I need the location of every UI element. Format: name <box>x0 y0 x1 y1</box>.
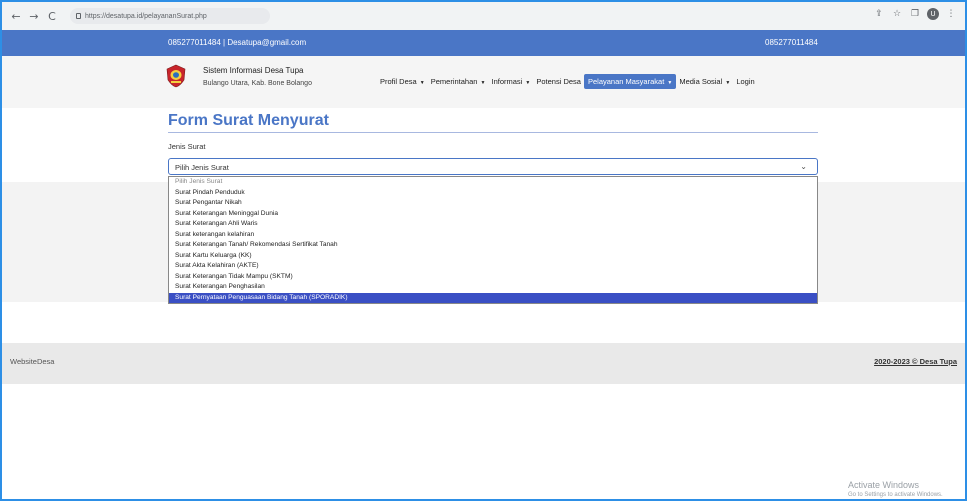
option-meninggal-dunia[interactable]: Surat Keterangan Meninggal Dunia <box>169 209 817 220</box>
url-text: https://desatupa.id/pelayananSurat.php <box>85 12 207 20</box>
browser-window: ← → C https://desatupa.id/pelayananSurat… <box>0 0 967 501</box>
menu-item-pemerintahan[interactable]: Pemerintahan ▼ <box>428 74 489 89</box>
option-kelahiran[interactable]: Surat keterangan kelahiran <box>169 230 817 241</box>
caret-down-icon: ▼ <box>725 80 731 86</box>
profile-avatar[interactable]: U <box>927 8 939 20</box>
option-akta-kelahiran[interactable]: Surat Akta Kelahiran (AKTE) <box>169 261 817 272</box>
site-subtitle: Bulango Utara, Kab. Bone Bolango <box>203 80 312 87</box>
option-ahli-waris[interactable]: Surat Keterangan Ahli Waris <box>169 219 817 230</box>
caret-down-icon: ▼ <box>480 80 486 86</box>
browser-toolbar: ← → C https://desatupa.id/pelayananSurat… <box>2 2 965 30</box>
option-pindah-penduduk[interactable]: Surat Pindah Penduduk <box>169 188 817 199</box>
watermark-title: Activate Windows <box>848 480 920 490</box>
address-bar[interactable]: https://desatupa.id/pelayananSurat.php <box>70 8 270 24</box>
reload-icon[interactable]: C <box>44 7 60 25</box>
title-divider <box>168 132 818 133</box>
activate-windows-watermark: Activate Windows Go to Settings to activ… <box>848 480 943 498</box>
jenis-surat-label: Jenis Surat <box>168 142 206 151</box>
footer-brand: WebsiteDesa <box>10 357 55 366</box>
jenis-surat-options: Pilih Jenis Surat Surat Pindah Penduduk … <box>168 176 818 304</box>
menu-item-potensi-desa[interactable]: Potensi Desa <box>533 74 584 89</box>
caret-down-icon: ▼ <box>667 80 673 86</box>
menu-item-informasi[interactable]: Informasi ▼ <box>488 74 533 89</box>
forward-icon[interactable]: → <box>26 7 42 25</box>
menu-item-pelayanan-masyarakat[interactable]: Pelayanan Masyarakat ▼ <box>583 74 677 89</box>
window-icon[interactable]: ❐ <box>909 8 921 20</box>
village-emblem-icon[interactable] <box>166 64 186 88</box>
back-icon[interactable]: ← <box>8 7 24 25</box>
menu-item-login[interactable]: Login <box>733 74 757 89</box>
jenis-surat-select[interactable]: Pilih Jenis Surat ⌄ <box>168 158 818 175</box>
contact-info: 085277011484 | Desatupa@gmail.com <box>168 38 307 47</box>
menu-item-media-sosial[interactable]: Media Sosial ▼ <box>676 74 733 89</box>
contact-bar: 085277011484 | Desatupa@gmail.com 085277… <box>2 30 965 56</box>
site-title[interactable]: Sistem Informasi Desa Tupa <box>203 66 303 75</box>
contact-phone: 085277011484 <box>765 38 818 47</box>
more-menu-icon[interactable]: ⋮ <box>945 8 957 20</box>
browser-actions: ⇪ ☆ ❐ U ⋮ <box>873 8 957 20</box>
option-placeholder[interactable]: Pilih Jenis Surat <box>169 177 817 188</box>
bookmark-star-icon[interactable]: ☆ <box>891 8 903 20</box>
watermark-subtitle: Go to Settings to activate Windows. <box>848 492 943 498</box>
share-icon[interactable]: ⇪ <box>873 8 885 20</box>
page-title: Form Surat Menyurat <box>168 112 329 129</box>
chevron-down-icon: ⌄ <box>800 162 807 171</box>
menu-item-profil-desa[interactable]: Profil Desa ▼ <box>377 74 428 89</box>
lock-icon <box>76 13 81 19</box>
option-sporadik[interactable]: Surat Pernyataan Penguasaan Bidang Tanah… <box>169 292 817 303</box>
caret-down-icon: ▼ <box>525 80 531 86</box>
footer-copyright-link[interactable]: 2020-2023 © Desa Tupa <box>874 357 957 366</box>
select-value: Pilih Jenis Surat <box>175 163 229 172</box>
option-sktm[interactable]: Surat Keterangan Tidak Mampu (SKTM) <box>169 272 817 283</box>
site-header: Sistem Informasi Desa Tupa Bulango Utara… <box>2 56 965 108</box>
option-keterangan-tanah[interactable]: Surat Keterangan Tanah/ Rekomendasi Sert… <box>169 240 817 251</box>
option-penghasilan[interactable]: Surat Keterangan Penghasilan <box>169 282 817 293</box>
main-menu: Profil Desa ▼ Pemerintahan ▼ Informasi ▼… <box>377 74 758 89</box>
option-kartu-keluarga[interactable]: Surat Kartu Keluarga (KK) <box>169 251 817 262</box>
caret-down-icon: ▼ <box>419 80 425 86</box>
option-pengantar-nikah[interactable]: Surat Pengantar Nikah <box>169 198 817 209</box>
site-footer: WebsiteDesa 2020-2023 © Desa Tupa <box>2 343 965 384</box>
